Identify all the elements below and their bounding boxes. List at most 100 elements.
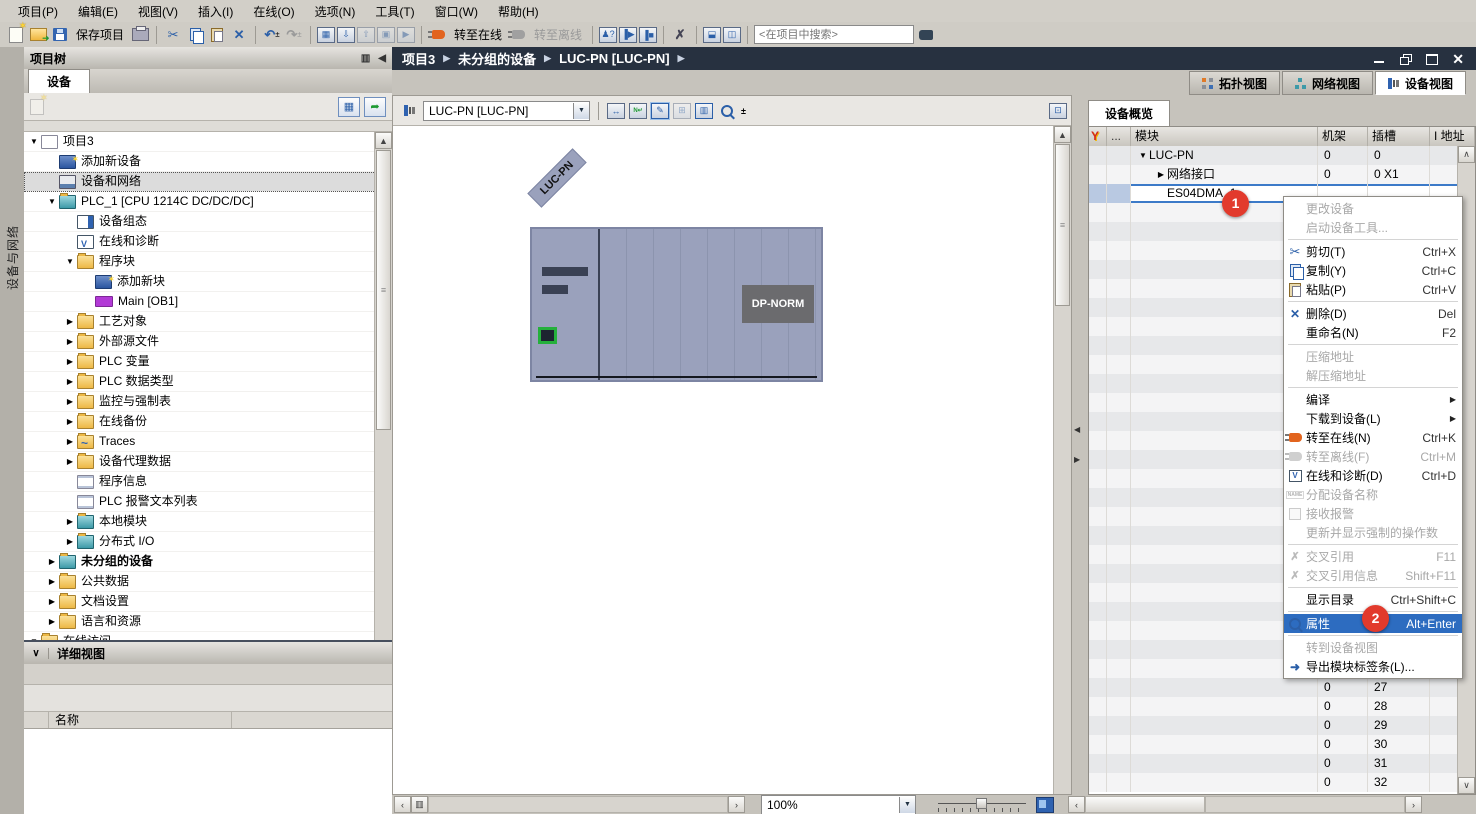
expander-icon[interactable] bbox=[28, 632, 40, 640]
save-project-icon[interactable] bbox=[50, 25, 70, 45]
stop-simulation-icon[interactable]: ▐■ bbox=[639, 27, 657, 43]
panel-splitter[interactable]: ◀ ▶ bbox=[1070, 95, 1088, 795]
compile-icon[interactable]: ▦ bbox=[317, 27, 335, 43]
view-tab[interactable]: 设备视图 bbox=[1375, 71, 1466, 95]
tree-item[interactable]: PLC_1 [CPU 1214C DC/DC/DC] bbox=[24, 192, 392, 212]
context-menu-item[interactable]: 压缩地址 bbox=[1284, 347, 1462, 366]
scroll-up-icon[interactable]: ▲ bbox=[375, 132, 392, 149]
scrollbar-thumb[interactable]: ≡ bbox=[376, 150, 391, 430]
context-menu-item[interactable]: 接收报警 bbox=[1284, 504, 1462, 523]
add-new-dim-icon[interactable] bbox=[30, 99, 44, 115]
context-menu-item[interactable]: 启动设备工具... bbox=[1284, 218, 1462, 237]
tree-item[interactable]: Traces bbox=[24, 432, 392, 452]
view-tab[interactable]: 拓扑视图 bbox=[1189, 71, 1280, 95]
expander-icon[interactable] bbox=[64, 452, 76, 471]
expander-icon[interactable] bbox=[46, 572, 58, 591]
breadcrumb-item[interactable]: 项目3 bbox=[402, 49, 435, 68]
assign-name-icon[interactable]: N↵ bbox=[629, 103, 647, 119]
menu-item[interactable]: 项目(P) bbox=[8, 1, 68, 22]
menu-item[interactable]: 窗口(W) bbox=[425, 1, 488, 22]
scroll-down-icon[interactable]: ∨ bbox=[1458, 777, 1475, 794]
column-display-icon[interactable]: ▥ bbox=[695, 103, 713, 119]
expander-icon[interactable] bbox=[46, 552, 58, 571]
open-project-icon[interactable] bbox=[28, 25, 48, 45]
breadcrumb-item[interactable]: LUC-PN [LUC-PN] bbox=[559, 51, 669, 66]
fit-to-screen-icon[interactable] bbox=[1036, 797, 1054, 813]
expander-icon[interactable] bbox=[1155, 165, 1167, 184]
measure-icon[interactable]: ↔ bbox=[607, 103, 625, 119]
scroll-up-icon[interactable]: ▲ bbox=[1054, 126, 1071, 143]
context-menu-item[interactable] bbox=[1288, 301, 1458, 302]
context-menu-item[interactable]: 解压缩地址 bbox=[1284, 366, 1462, 385]
context-menu-item[interactable]: 转至离线(F) Ctrl+M bbox=[1284, 447, 1462, 466]
go-online-icon[interactable] bbox=[428, 25, 448, 45]
tree-item[interactable]: 本地模块 bbox=[24, 512, 392, 532]
table-row[interactable]: 0 28 bbox=[1089, 697, 1458, 716]
columns-icon[interactable]: ▥ bbox=[361, 53, 370, 64]
menu-item[interactable]: 选项(N) bbox=[305, 1, 366, 22]
cut-icon[interactable]: ✂ bbox=[163, 25, 183, 45]
expander-icon[interactable] bbox=[46, 192, 58, 211]
expander-icon[interactable] bbox=[64, 352, 76, 371]
redo-icon[interactable]: ↷± bbox=[284, 25, 304, 45]
paste-icon[interactable] bbox=[207, 25, 227, 45]
scroll-right-icon[interactable]: › bbox=[1405, 796, 1422, 813]
tab-devices[interactable]: 设备 bbox=[28, 69, 90, 93]
device-body[interactable]: DP-NORM bbox=[530, 227, 823, 382]
menu-item[interactable]: 帮助(H) bbox=[488, 1, 549, 22]
context-menu-item[interactable]: V 在线和诊断(D) Ctrl+D bbox=[1284, 466, 1462, 485]
undo-icon[interactable]: ↶± bbox=[262, 25, 282, 45]
dp-norm-module[interactable]: DP-NORM bbox=[742, 285, 814, 323]
scrollbar-thumb[interactable]: ≡ bbox=[1055, 144, 1070, 306]
expander-icon[interactable] bbox=[64, 512, 76, 531]
tree-item[interactable]: Main [OB1] bbox=[24, 292, 392, 312]
tree-item[interactable]: 添加新块 bbox=[24, 272, 392, 292]
edit-mode-icon[interactable]: ✎ bbox=[651, 103, 669, 119]
scroll-left-icon[interactable]: ‹ bbox=[1068, 796, 1085, 813]
context-menu-item[interactable] bbox=[1288, 387, 1458, 388]
device-canvas[interactable]: LUC-PN DP-NORM bbox=[393, 126, 1054, 794]
expander-icon[interactable] bbox=[64, 312, 76, 331]
split-editor-horizontal-icon[interactable]: ⬓ bbox=[703, 27, 721, 43]
context-menu-item[interactable]: 粘贴(P) Ctrl+V bbox=[1284, 280, 1462, 299]
context-menu-item[interactable]: 更新并显示强制的操作数 bbox=[1284, 523, 1462, 542]
expander-icon[interactable] bbox=[64, 432, 76, 451]
tree-item[interactable]: 设备和网络 bbox=[24, 172, 392, 192]
grid-icon[interactable]: ⊞ bbox=[673, 103, 691, 119]
menu-item[interactable]: 插入(I) bbox=[188, 1, 243, 22]
tree-item[interactable]: 设备代理数据 bbox=[24, 452, 392, 472]
cross-reference-icon[interactable]: ✗ bbox=[670, 25, 690, 45]
tree-item[interactable]: 项目3 bbox=[24, 132, 392, 152]
accessible-devices-icon[interactable]: ♟? bbox=[599, 27, 617, 43]
tree-item[interactable]: 在线和诊断 bbox=[24, 232, 392, 252]
binoculars-icon[interactable] bbox=[916, 25, 936, 45]
tree-scrollbar[interactable]: ▲ ≡ bbox=[374, 132, 392, 640]
new-project-icon[interactable] bbox=[6, 25, 26, 45]
restore-icon[interactable] bbox=[1400, 54, 1412, 64]
go-offline-icon[interactable] bbox=[508, 25, 528, 45]
zoom-dropdown-icon[interactable]: ± bbox=[741, 106, 746, 116]
chevron-down-icon[interactable]: ▼ bbox=[573, 103, 589, 119]
context-menu-item[interactable]: 重命名(N) F2 bbox=[1284, 323, 1462, 342]
device-slots[interactable]: DP-NORM bbox=[600, 229, 821, 380]
chevron-down-icon[interactable]: ▼ bbox=[899, 797, 915, 813]
tree-item[interactable]: PLC 报警文本列表 bbox=[24, 492, 392, 512]
slot-column-header[interactable]: 插槽 bbox=[1368, 127, 1430, 146]
collapse-left-icon[interactable]: ◀ bbox=[1074, 425, 1080, 434]
tree-item[interactable]: 外部源文件 bbox=[24, 332, 392, 352]
tree-item[interactable]: PLC 变量 bbox=[24, 352, 392, 372]
context-menu-item[interactable]: ✕ 删除(D) Del bbox=[1284, 304, 1462, 323]
tree-item[interactable]: 设备组态 bbox=[24, 212, 392, 232]
delete-icon[interactable]: ✕ bbox=[229, 25, 249, 45]
tree-item[interactable]: 在线访问 bbox=[24, 632, 392, 640]
tab-device-overview[interactable]: 设备概览 bbox=[1088, 100, 1170, 126]
collapse-panel-icon[interactable]: ◀ bbox=[378, 53, 386, 64]
iaddr-column-header[interactable]: I 地址 bbox=[1430, 127, 1475, 146]
context-menu-item[interactable]: ➜ 导出模块标签条(L)... bbox=[1284, 657, 1462, 676]
stop-cpu-icon[interactable]: ▶ bbox=[397, 27, 415, 43]
tree-item[interactable]: 语言和资源 bbox=[24, 612, 392, 632]
tree-item[interactable]: 文档设置 bbox=[24, 592, 392, 612]
zoom-slider-knob[interactable] bbox=[976, 798, 987, 809]
device-rotated-label[interactable]: LUC-PN bbox=[527, 148, 586, 207]
context-menu-item[interactable]: ✗ 交叉引用信息 Shift+F11 bbox=[1284, 566, 1462, 585]
